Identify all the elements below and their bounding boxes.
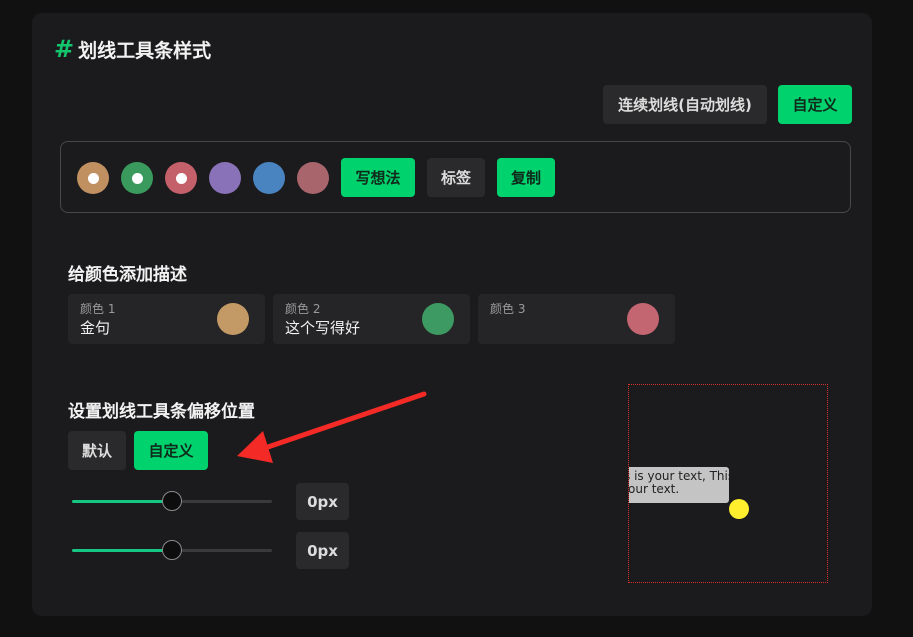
offset-x-value[interactable]: 0px — [296, 483, 349, 520]
offset-position-title: 设置划线工具条偏移位置 — [68, 402, 255, 422]
toolbar-anchor-dot — [729, 499, 749, 519]
slider-fill — [72, 500, 172, 503]
selected-indicator-icon — [175, 172, 187, 184]
color-dot-5[interactable] — [253, 162, 285, 194]
slider-fill — [72, 549, 172, 552]
color-swatch — [422, 303, 454, 335]
color-card-2[interactable]: 颜色 2 这个写得好 — [273, 294, 470, 344]
selected-indicator-icon — [131, 172, 143, 184]
offset-y-value[interactable]: 0px — [296, 532, 349, 569]
color-dot-6[interactable] — [297, 162, 329, 194]
preview-text-block: s is your text, This our text. — [628, 467, 729, 503]
color-dot-1[interactable] — [77, 162, 109, 194]
color-dot-4[interactable] — [209, 162, 241, 194]
custom-offset-button[interactable]: 自定义 — [134, 431, 208, 470]
preview-text-line: our text. — [628, 482, 680, 496]
default-offset-button[interactable]: 默认 — [68, 431, 126, 470]
section-title-toolbar-style: # 划线工具条样式 — [54, 35, 211, 63]
toolbar-style-panel: # 划线工具条样式 连续划线(自动划线) 自定义 写想法 标签 复制 给颜色添加… — [32, 13, 872, 616]
color-card-label: 颜色 2 — [285, 302, 321, 316]
continuous-highlight-button[interactable]: 连续划线(自动划线) — [603, 85, 767, 124]
color-card-label: 颜色 1 — [80, 302, 116, 316]
color-card-value[interactable]: 这个写得好 — [285, 317, 360, 338]
copy-button[interactable]: 复制 — [497, 158, 555, 197]
color-card-3[interactable]: 颜色 3 — [478, 294, 675, 344]
color-card-1[interactable]: 颜色 1 金句 — [68, 294, 265, 344]
offset-preview-area: s is your text, This our text. — [628, 384, 828, 583]
color-dot-2[interactable] — [121, 162, 153, 194]
color-card-label: 颜色 3 — [490, 302, 526, 316]
hash-icon: # — [54, 35, 75, 63]
write-idea-button[interactable]: 写想法 — [341, 158, 415, 197]
color-dot-3[interactable] — [165, 162, 197, 194]
color-swatch — [217, 303, 249, 335]
color-description-title: 给颜色添加描述 — [68, 265, 187, 285]
selected-indicator-icon — [87, 172, 99, 184]
color-card-value[interactable]: 金句 — [80, 317, 110, 338]
offset-y-slider[interactable] — [72, 538, 272, 562]
color-swatch — [627, 303, 659, 335]
slider-handle[interactable] — [162, 491, 182, 511]
tag-button[interactable]: 标签 — [427, 158, 485, 197]
custom-mode-button[interactable]: 自定义 — [778, 85, 852, 124]
offset-x-slider[interactable] — [72, 489, 272, 513]
page-title: 划线工具条样式 — [78, 39, 212, 62]
toolbar-preview-palette: 写想法 标签 复制 — [60, 141, 851, 213]
slider-handle[interactable] — [162, 540, 182, 560]
